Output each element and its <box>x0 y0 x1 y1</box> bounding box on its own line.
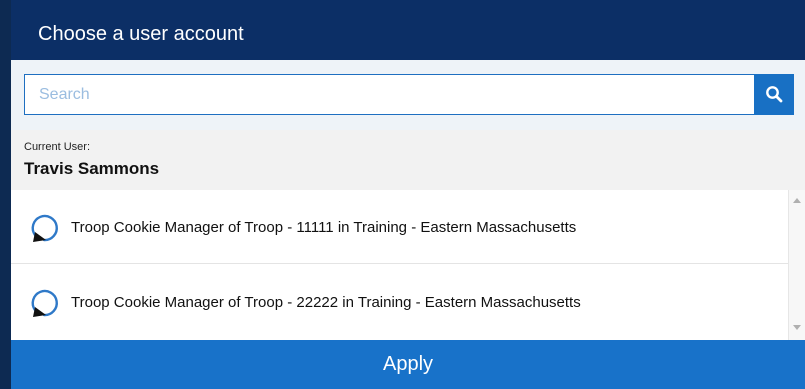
apply-button[interactable]: Apply <box>11 340 805 389</box>
dialog-title: Choose a user account <box>38 23 244 45</box>
account-item[interactable]: Troop Cookie Manager of Troop - 22222 in… <box>11 265 788 339</box>
account-list: Troop Cookie Manager of Troop - 11111 in… <box>11 190 788 340</box>
search-icon <box>766 86 783 103</box>
radio-unselected-icon[interactable] <box>29 211 63 245</box>
account-item[interactable]: Troop Cookie Manager of Troop - 11111 in… <box>11 190 788 264</box>
current-user-section: Current User: Travis Sammons <box>11 130 805 190</box>
search-box <box>24 74 754 115</box>
search-button[interactable] <box>754 74 794 115</box>
scroll-up-arrow-icon[interactable] <box>793 198 801 203</box>
current-user-label: Current User: <box>24 141 91 153</box>
search-bar <box>11 60 805 130</box>
current-user-name: Travis Sammons <box>24 159 160 178</box>
choose-user-account-dialog: Choose a user account Current User: Trav… <box>0 0 805 389</box>
dialog-left-edge <box>0 0 11 389</box>
account-list-scrollbar[interactable] <box>788 190 805 340</box>
account-label: Troop Cookie Manager of Troop - 22222 in… <box>71 294 581 311</box>
account-label: Troop Cookie Manager of Troop - 11111 in… <box>71 219 577 236</box>
dialog-header: Choose a user account <box>11 0 805 60</box>
search-input[interactable] <box>25 75 754 114</box>
scroll-down-arrow-icon[interactable] <box>793 325 801 330</box>
radio-unselected-icon[interactable] <box>29 286 63 320</box>
